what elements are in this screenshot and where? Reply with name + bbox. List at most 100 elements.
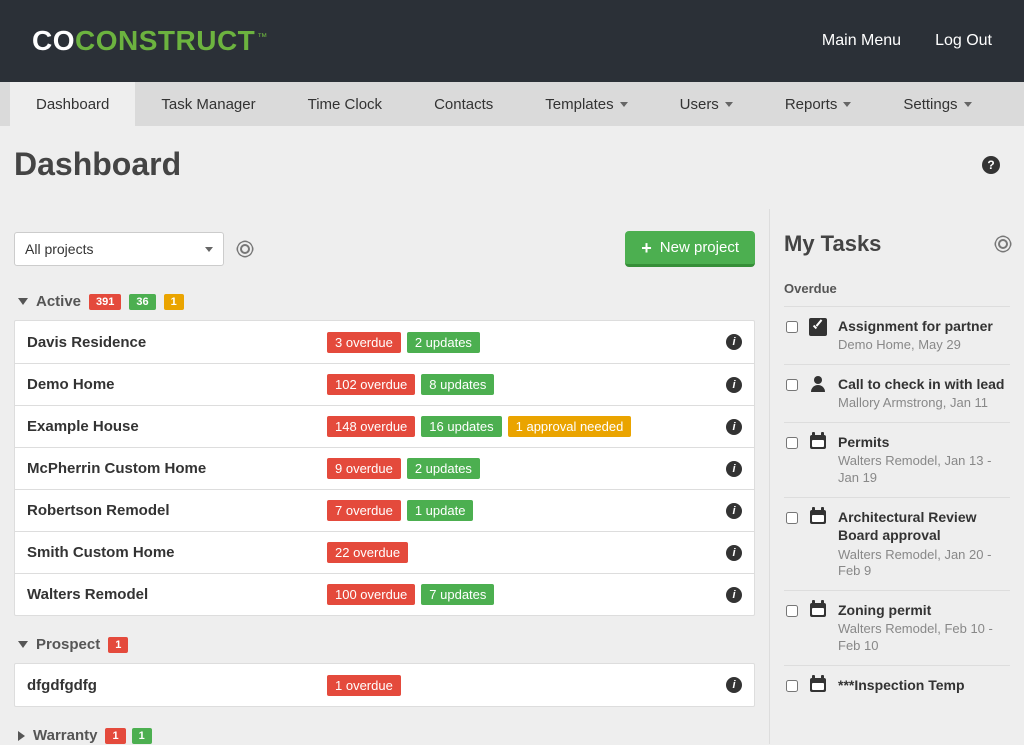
- task-title: Assignment for partner: [838, 317, 1008, 335]
- task-checkbox[interactable]: [786, 321, 798, 333]
- status-badge: 9 overdue: [327, 458, 401, 479]
- project-badges: 148 overdue16 updates1 approval needed: [327, 416, 726, 437]
- status-badge: 102 overdue: [327, 374, 415, 395]
- page-title: Dashboard: [14, 146, 181, 183]
- chevron-down-icon: [18, 641, 28, 648]
- count-badge: 391: [89, 294, 121, 310]
- main-column: All projects + New project Active391361 D…: [14, 209, 770, 744]
- tab-dashboard[interactable]: Dashboard: [10, 82, 135, 126]
- info-icon[interactable]: i: [726, 461, 742, 477]
- count-badge: 1: [108, 637, 128, 653]
- task-item[interactable]: Call to check in with lead Mallory Armstr…: [784, 364, 1010, 422]
- info-icon[interactable]: i: [726, 677, 742, 693]
- project-badges: 9 overdue 2 updates: [327, 458, 726, 479]
- task-checkbox[interactable]: [786, 605, 798, 617]
- tab-contacts[interactable]: Contacts: [408, 82, 519, 126]
- status-badge: 16 updates: [421, 416, 501, 437]
- chevron-right-icon: [18, 731, 25, 741]
- chevron-down-icon: [725, 102, 733, 107]
- status-badge: 100 overdue: [327, 584, 415, 605]
- tab-time-clock[interactable]: Time Clock: [282, 82, 408, 126]
- task-body: ***Inspection Temp: [838, 676, 1008, 694]
- info-icon[interactable]: i: [726, 334, 742, 350]
- gear-icon[interactable]: [996, 237, 1010, 251]
- section-title: Warranty: [33, 727, 97, 744]
- count-badge: 1: [132, 728, 152, 744]
- logout-link[interactable]: Log Out: [935, 32, 992, 50]
- sidebar: My Tasks Overdue Assignment for partner D…: [770, 209, 1010, 744]
- section-prospect: Prospect1 dfgdfgdfg1 overduei: [14, 636, 755, 707]
- project-filter-label: All projects: [25, 241, 93, 257]
- task-item[interactable]: Assignment for partner Demo Home, May 29: [784, 306, 1010, 364]
- project-badges: 1 overdue: [327, 675, 726, 696]
- info-icon[interactable]: i: [726, 587, 742, 603]
- tab-label: Dashboard: [36, 96, 109, 113]
- project-row[interactable]: Robertson Remodel7 overdue1 updatei: [15, 489, 754, 531]
- task-item[interactable]: Zoning permitWalters Remodel, Feb 10 - F…: [784, 590, 1010, 665]
- tab-task-manager[interactable]: Task Manager: [135, 82, 281, 126]
- task-checkbox[interactable]: [786, 512, 798, 524]
- overdue-label: Overdue: [784, 281, 1010, 296]
- project-row[interactable]: Smith Custom Home22 overduei: [15, 531, 754, 573]
- project-row[interactable]: Walters Remodel100 overdue7 updatesi: [15, 573, 754, 615]
- task-body: Assignment for partner Demo Home, May 29: [838, 317, 1008, 354]
- tab-users[interactable]: Users: [654, 82, 759, 126]
- logo[interactable]: CO CONSTRUCT ™: [32, 25, 267, 57]
- status-badge: 3 overdue: [327, 332, 401, 353]
- project-filter-select[interactable]: All projects: [14, 232, 224, 266]
- task-body: Permits Walters Remodel, Jan 13 - Jan 19: [838, 433, 1008, 487]
- my-tasks-title: My Tasks: [784, 231, 881, 257]
- section-header[interactable]: Active391361: [14, 293, 755, 310]
- tab-settings[interactable]: Settings: [877, 82, 997, 126]
- status-badge: 148 overdue: [327, 416, 415, 437]
- task-checkbox[interactable]: [786, 437, 798, 449]
- project-badges: 3 overdue 2 updates: [327, 332, 726, 353]
- project-row[interactable]: McPherrin Custom Home9 overdue2 updatesi: [15, 447, 754, 489]
- calendar-icon: [808, 677, 828, 694]
- task-title: Architectural Review Board approval: [838, 508, 1008, 544]
- info-icon[interactable]: i: [726, 377, 742, 393]
- task-item[interactable]: Architectural Review Board approvalWalte…: [784, 497, 1010, 590]
- gear-icon[interactable]: [238, 242, 252, 256]
- logo-tm: ™: [257, 32, 267, 43]
- task-list: Assignment for partner Demo Home, May 29 C…: [784, 306, 1010, 704]
- project-badges: 100 overdue7 updates: [327, 584, 726, 605]
- status-badge: 2 updates: [407, 332, 480, 353]
- project-row[interactable]: Example House148 overdue16 updates1 appr…: [15, 405, 754, 447]
- task-subtitle: Walters Remodel, Jan 13 - Jan 19: [838, 453, 1008, 487]
- status-badge: 22 overdue: [327, 542, 408, 563]
- info-icon[interactable]: i: [726, 545, 742, 561]
- section-warranty-header[interactable]: Warranty 11: [14, 727, 755, 744]
- tab-label: Task Manager: [161, 96, 255, 113]
- task-item[interactable]: Permits Walters Remodel, Jan 13 - Jan 19: [784, 422, 1010, 497]
- project-row[interactable]: Demo Home102 overdue8 updatesi: [15, 363, 754, 405]
- section-header[interactable]: Prospect1: [14, 636, 755, 653]
- info-icon[interactable]: i: [726, 419, 742, 435]
- project-list: Davis Residence3 overdue2 updatesiDemo H…: [14, 320, 755, 616]
- status-badge: 2 updates: [407, 458, 480, 479]
- chevron-down-icon: [964, 102, 972, 107]
- tab-templates[interactable]: Templates: [519, 82, 653, 126]
- info-icon[interactable]: i: [726, 503, 742, 519]
- project-list: dfgdfgdfg1 overduei: [14, 663, 755, 707]
- task-subtitle: Demo Home, May 29: [838, 337, 1008, 354]
- tab-reports[interactable]: Reports: [759, 82, 878, 126]
- new-project-button[interactable]: + New project: [625, 231, 755, 267]
- calendar-icon: [808, 509, 828, 580]
- task-subtitle: Walters Remodel, Feb 10 - Feb 10: [838, 621, 1008, 655]
- project-badges: 102 overdue8 updates: [327, 374, 726, 395]
- project-row[interactable]: dfgdfgdfg1 overduei: [15, 664, 754, 706]
- top-links: Main Menu Log Out: [822, 32, 992, 50]
- tab-label: Time Clock: [308, 96, 382, 113]
- task-subtitle: Mallory Armstrong, Jan 11: [838, 395, 1008, 412]
- task-title: Permits: [838, 433, 1008, 451]
- task-title: Call to check in with lead: [838, 375, 1008, 393]
- project-row[interactable]: Davis Residence3 overdue2 updatesi: [15, 321, 754, 363]
- task-checkbox[interactable]: [786, 680, 798, 692]
- calendar-icon: [808, 602, 828, 655]
- main-menu-link[interactable]: Main Menu: [822, 32, 901, 50]
- project-name: dfgdfgdfg: [27, 677, 327, 694]
- task-item[interactable]: ***Inspection Temp: [784, 665, 1010, 704]
- task-checkbox[interactable]: [786, 379, 798, 391]
- help-icon[interactable]: ?: [982, 156, 1000, 174]
